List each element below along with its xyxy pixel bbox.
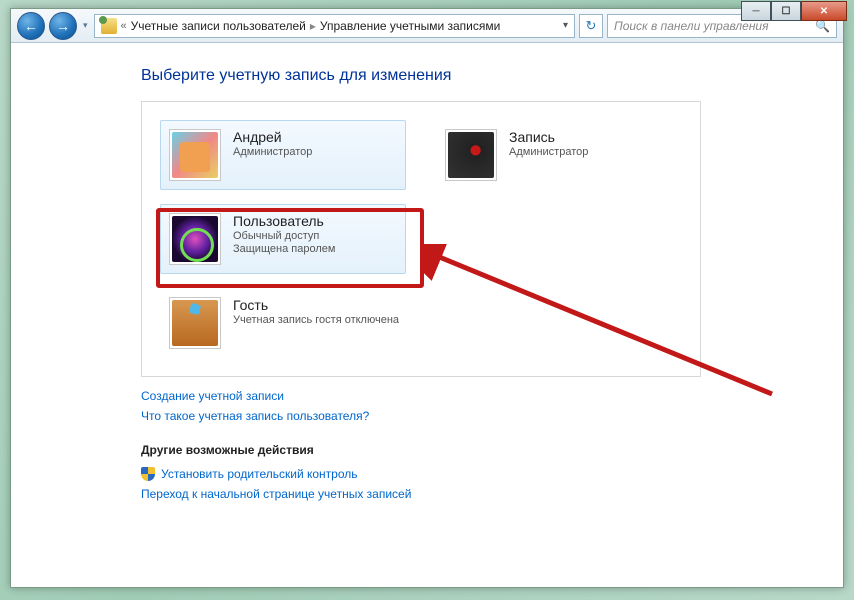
breadcrumb-item[interactable]: Управление учетными записями [320,19,500,33]
avatar-sphere-icon [172,216,218,262]
uac-shield-icon [141,467,155,481]
account-tile-polzovatel[interactable]: Пользователь Обычный доступ Защищена пар… [160,204,406,274]
maximize-button[interactable]: ☐ [771,1,801,21]
account-status: Учетная запись гостя отключена [233,314,399,326]
window: ─ ☐ ✕ ← → ▾ « Учетные записи пользовател… [10,8,844,588]
back-button[interactable]: ← [17,12,45,40]
accounts-grid: Андрей Администратор Запись Администрато… [160,120,682,358]
accounts-homepage-link[interactable]: Переход к начальной странице учетных зап… [141,487,411,501]
page-title: Выберите учетную запись для изменения [141,67,843,85]
account-info: Гость Учетная запись гостя отключена [233,297,399,326]
close-button[interactable]: ✕ [801,1,847,21]
content-area: Выберите учетную запись для изменения Ан… [11,43,843,587]
navigation-bar: ← → ▾ « Учетные записи пользователей ▸ У… [11,9,843,43]
account-name: Пользователь [233,213,335,229]
control-panel-icon [101,18,117,34]
nav-history-dropdown[interactable]: ▾ [81,20,90,31]
account-name: Гость [233,297,399,313]
account-role: Администратор [233,146,312,158]
account-links: Создание учетной записи Что такое учетна… [141,389,843,423]
parental-control-link[interactable]: Установить родительский контроль [141,467,843,481]
accounts-panel: Андрей Администратор Запись Администрато… [141,101,701,377]
avatar [169,297,221,349]
account-tile-andrey[interactable]: Андрей Администратор [160,120,406,190]
create-account-link[interactable]: Создание учетной записи [141,389,843,403]
parental-control-label: Установить родительский контроль [161,467,358,481]
avatar [169,129,221,181]
account-name: Запись [509,129,588,145]
refresh-button[interactable]: ↻ [579,14,603,38]
avatar-suitcase-icon [172,300,218,346]
breadcrumb-separator: ▸ [310,19,316,33]
account-name: Андрей [233,129,312,145]
account-info: Андрей Администратор [233,129,312,158]
titlebar-controls: ─ ☐ ✕ [741,1,847,21]
avatar [445,129,497,181]
account-role: Администратор [509,146,588,158]
what-is-account-link[interactable]: Что такое учетная запись пользователя? [141,409,843,423]
avatar-record-icon [448,132,494,178]
account-tile-guest[interactable]: Гость Учетная запись гостя отключена [160,288,682,358]
account-tile-zapis[interactable]: Запись Администратор [436,120,682,190]
account-password-status: Защищена паролем [233,243,335,255]
account-info: Пользователь Обычный доступ Защищена пар… [233,213,335,255]
account-info: Запись Администратор [509,129,588,158]
avatar-robot-icon [172,132,218,178]
other-actions-heading: Другие возможные действия [141,443,843,457]
account-access: Обычный доступ [233,230,335,242]
breadcrumb-dropdown[interactable]: ▾ [563,20,568,31]
breadcrumb-chevron-left: « [121,20,127,32]
breadcrumb[interactable]: « Учетные записи пользователей ▸ Управле… [94,14,575,38]
breadcrumb-item[interactable]: Учетные записи пользователей [131,19,306,33]
minimize-button[interactable]: ─ [741,1,771,21]
forward-button[interactable]: → [49,12,77,40]
avatar [169,213,221,265]
